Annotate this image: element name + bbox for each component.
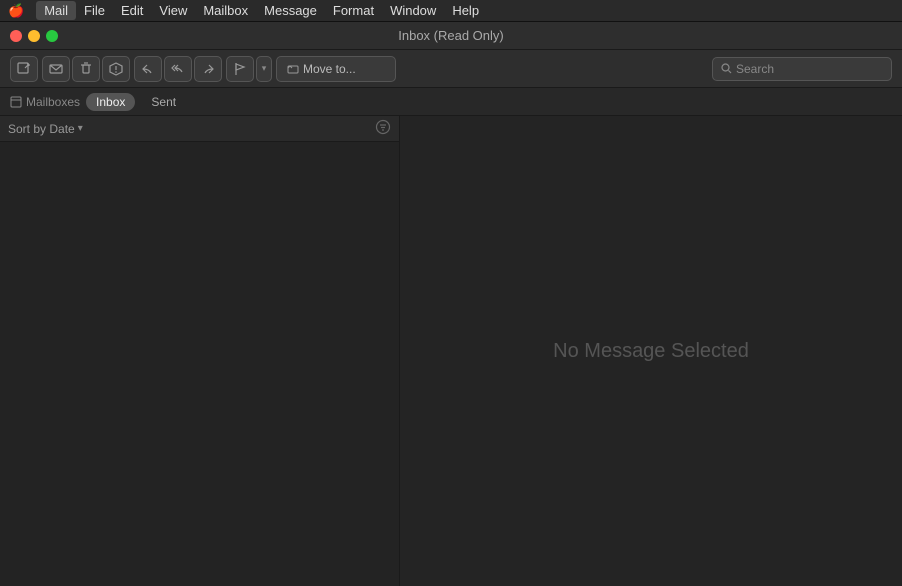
mailboxes-icon [10, 96, 22, 108]
apple-menu[interactable]: 🍎 [8, 3, 24, 19]
mailboxes-label: Mailboxes [26, 95, 80, 109]
tab-inbox[interactable]: Inbox [86, 93, 135, 111]
get-mail-button[interactable] [42, 56, 70, 82]
window-title: Inbox (Read Only) [398, 28, 504, 43]
reply-button[interactable] [134, 56, 162, 82]
menu-mail[interactable]: Mail [36, 1, 76, 20]
search-box[interactable]: Search [712, 57, 892, 81]
minimize-button[interactable] [28, 30, 40, 42]
move-to-button[interactable]: Move to... [276, 56, 396, 82]
maximize-button[interactable] [46, 30, 58, 42]
left-panel: Sort by Date ▾ [0, 116, 400, 586]
nav-area: Mailboxes Inbox Sent [0, 88, 902, 116]
flag-group: ▾ [226, 56, 272, 82]
titlebar: Inbox (Read Only) [0, 22, 902, 50]
menu-help[interactable]: Help [444, 1, 487, 20]
menu-format[interactable]: Format [325, 1, 382, 20]
sort-label-text: Sort by Date [8, 122, 75, 136]
toolbar: ▾ Move to... Search [0, 50, 902, 88]
menu-message[interactable]: Message [256, 1, 325, 20]
forward-button[interactable] [194, 56, 222, 82]
compose-group [10, 56, 38, 82]
search-placeholder: Search [736, 62, 774, 76]
sort-arrow-icon: ▾ [78, 123, 83, 134]
reply-all-button[interactable] [164, 56, 192, 82]
close-button[interactable] [10, 30, 22, 42]
filter-icon[interactable] [375, 119, 391, 138]
menu-window[interactable]: Window [382, 1, 444, 20]
sort-bar: Sort by Date ▾ [0, 116, 399, 142]
menubar: 🍎 Mail File Edit View Mailbox Message Fo… [0, 0, 902, 22]
no-message-selected: No Message Selected [553, 340, 749, 363]
move-to-label: Move to... [303, 62, 356, 76]
reply-group [134, 56, 222, 82]
menu-mailbox[interactable]: Mailbox [195, 1, 256, 20]
mailboxes-button[interactable]: Mailboxes [10, 95, 80, 109]
right-panel: No Message Selected [400, 116, 902, 586]
sort-by-date[interactable]: Sort by Date ▾ [8, 122, 83, 136]
junk-button[interactable] [102, 56, 130, 82]
new-message-button[interactable] [10, 56, 38, 82]
window-controls [10, 30, 58, 42]
tab-sent[interactable]: Sent [141, 93, 186, 111]
action-group [42, 56, 130, 82]
menu-edit[interactable]: Edit [113, 1, 151, 20]
delete-button[interactable] [72, 56, 100, 82]
menu-file[interactable]: File [76, 1, 113, 20]
content-area: Sort by Date ▾ No Message Selected [0, 116, 902, 586]
message-list [0, 142, 399, 586]
search-icon [721, 63, 732, 74]
flag-dropdown[interactable]: ▾ [256, 56, 272, 82]
menu-view[interactable]: View [151, 1, 195, 20]
flag-button[interactable] [226, 56, 254, 82]
